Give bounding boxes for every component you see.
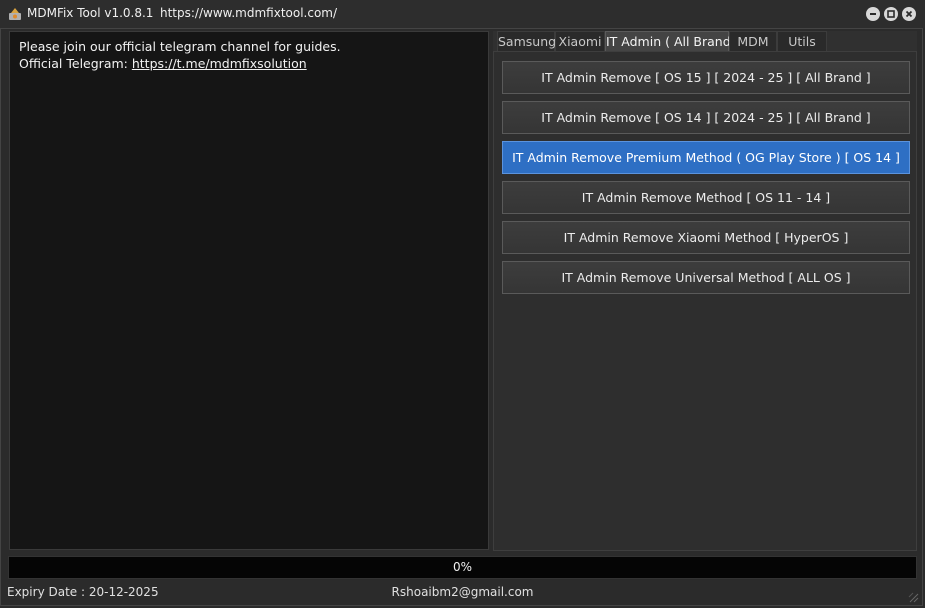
progress-bar: 0% bbox=[8, 556, 917, 579]
it-admin-universal-method-button[interactable]: IT Admin Remove Universal Method [ ALL O… bbox=[502, 261, 910, 294]
tab-xiaomi[interactable]: Xiaomi bbox=[555, 31, 605, 51]
tab-utils[interactable]: Utils bbox=[777, 31, 827, 51]
resize-grip-icon[interactable] bbox=[907, 591, 919, 603]
app-logo-icon bbox=[9, 8, 21, 20]
it-admin-method-os11-14-button[interactable]: IT Admin Remove Method [ OS 11 - 14 ] bbox=[502, 181, 910, 214]
it-admin-remove-os14-button[interactable]: IT Admin Remove [ OS 14 ] [ 2024 - 25 ] … bbox=[502, 101, 910, 134]
tab-strip: Samsung Xiaomi IT Admin ( All Brand ) MD… bbox=[493, 31, 917, 51]
tab-samsung[interactable]: Samsung bbox=[497, 31, 556, 51]
website-url[interactable]: https://www.mdmfixtool.com/ bbox=[160, 6, 337, 20]
log-line: Please join our official telegram channe… bbox=[19, 39, 341, 54]
it-admin-remove-os15-button[interactable]: IT Admin Remove [ OS 15 ] [ 2024 - 25 ] … bbox=[502, 61, 910, 94]
maximize-button[interactable] bbox=[884, 7, 898, 21]
log-output[interactable]: Please join our official telegram channe… bbox=[9, 31, 489, 550]
tab-mdm[interactable]: MDM bbox=[729, 31, 777, 51]
minimize-icon bbox=[870, 13, 876, 15]
telegram-link[interactable]: https://t.me/mdmfixsolution bbox=[132, 56, 307, 71]
window-title: MDMFix Tool v1.0.8.1 bbox=[27, 6, 154, 20]
title-bar: MDMFix Tool v1.0.8.1 https://www.mdmfixt… bbox=[0, 0, 925, 28]
tab-content: IT Admin Remove [ OS 15 ] [ 2024 - 25 ] … bbox=[493, 51, 917, 551]
expiry-date: Expiry Date : 20-12-2025 bbox=[7, 585, 159, 599]
it-admin-xiaomi-hyperos-button[interactable]: IT Admin Remove Xiaomi Method [ HyperOS … bbox=[502, 221, 910, 254]
it-admin-premium-method-button[interactable]: IT Admin Remove Premium Method ( OG Play… bbox=[502, 141, 910, 174]
log-line-telegram: Official Telegram: https://t.me/mdmfixso… bbox=[19, 55, 479, 72]
close-button[interactable] bbox=[902, 7, 916, 21]
telegram-label: Official Telegram: bbox=[19, 56, 132, 71]
close-icon bbox=[905, 10, 913, 18]
minimize-button[interactable] bbox=[866, 7, 880, 21]
tab-it-admin[interactable]: IT Admin ( All Brand ) bbox=[605, 31, 740, 51]
progress-text: 0% bbox=[452, 560, 473, 574]
function-panel: Samsung Xiaomi IT Admin ( All Brand ) MD… bbox=[493, 31, 917, 551]
user-email: Rshoaibm2@gmail.com bbox=[391, 585, 534, 599]
maximize-icon bbox=[887, 10, 895, 18]
